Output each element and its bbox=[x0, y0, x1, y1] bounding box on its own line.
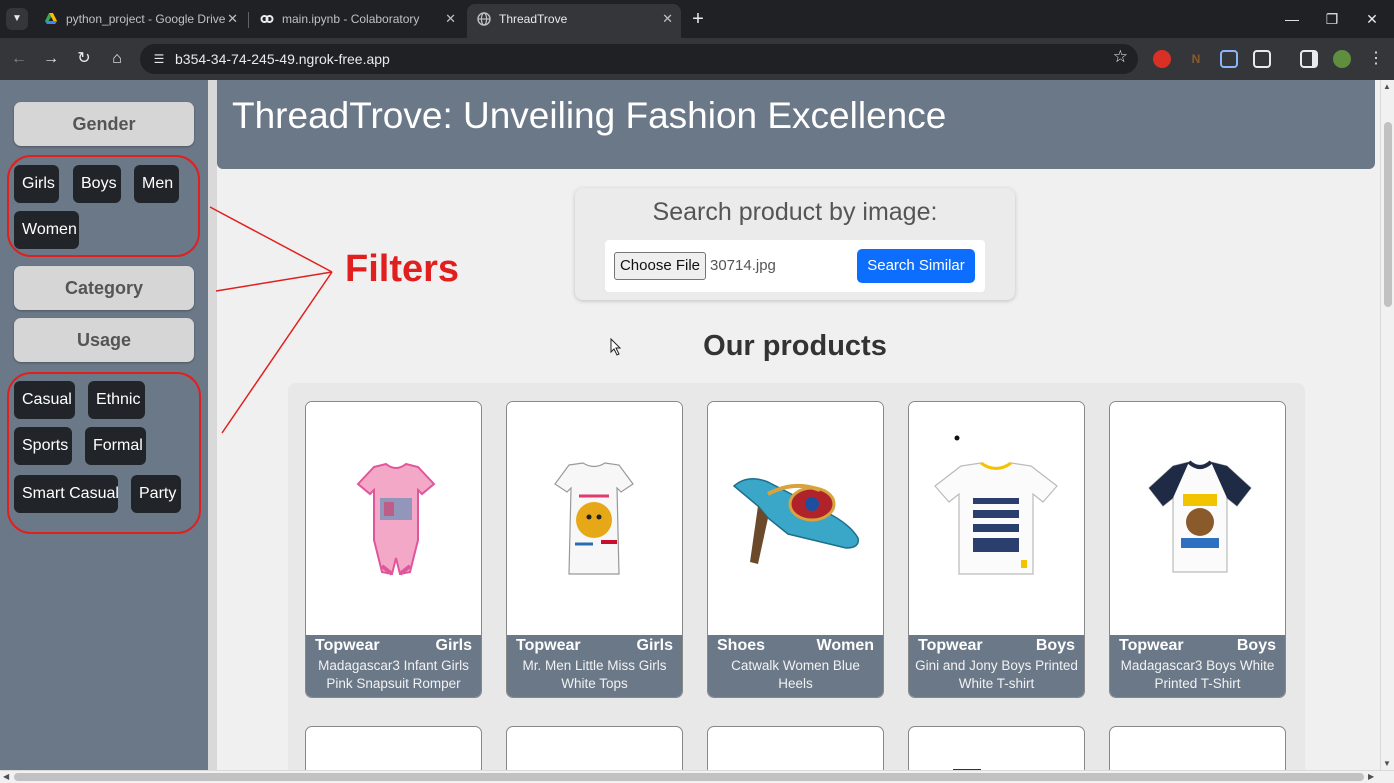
product-image bbox=[1110, 402, 1285, 635]
restore-icon[interactable]: ❐ bbox=[1312, 6, 1352, 32]
colab-icon bbox=[260, 15, 274, 23]
browser-toolbar: ← → ↻ ⌂ ☰ b354-34-74-245-49.ngrok-free.a… bbox=[0, 38, 1394, 80]
extensions-puzzle-icon[interactable] bbox=[1253, 50, 1271, 68]
product-info: Topwear Girls Mr. Men Little Miss Girls … bbox=[507, 635, 682, 697]
url-text: b354-34-74-245-49.ngrok-free.app bbox=[175, 51, 390, 67]
product-image bbox=[306, 402, 481, 635]
filter-sidebar: Gender Girls Boys Men Women Category Usa… bbox=[0, 80, 208, 770]
page-title: ThreadTrove: Unveiling Fashion Excellenc… bbox=[232, 95, 947, 136]
product-gender: Boys bbox=[1236, 637, 1276, 654]
product-card[interactable]: Topwear Girls Madagascar3 Infant Girls P… bbox=[305, 401, 482, 698]
tab-title: main.ipynb - Colaboratory bbox=[282, 12, 420, 26]
product-card[interactable]: Shoes Women Catwalk Women Blue Heels bbox=[707, 401, 884, 698]
close-tab-icon[interactable]: ✕ bbox=[227, 4, 238, 34]
product-info: Topwear Boys Gini and Jony Boys Printed … bbox=[909, 635, 1084, 697]
image-search-title: Search product by image: bbox=[652, 198, 938, 226]
product-info: Shoes Women Catwalk Women Blue Heels bbox=[708, 635, 883, 697]
globe-icon bbox=[477, 12, 491, 26]
horizontal-scroll-thumb[interactable] bbox=[14, 773, 1364, 781]
stray-dot bbox=[954, 435, 960, 441]
product-grid: Topwear Girls Madagascar3 Infant Girls P… bbox=[288, 383, 1305, 770]
selected-file-name: 30714.jpg bbox=[710, 257, 776, 274]
product-gender: Women bbox=[816, 637, 874, 654]
reload-icon[interactable]: ↻ bbox=[72, 47, 96, 71]
menu-dots-icon[interactable]: ⋮ bbox=[1364, 47, 1388, 71]
profile-avatar[interactable] bbox=[1333, 50, 1351, 68]
annotation-ring-gender bbox=[7, 155, 200, 257]
white-top-image bbox=[554, 462, 634, 575]
product-card[interactable] bbox=[1109, 726, 1286, 770]
products-section-title: Our products bbox=[703, 330, 887, 362]
tab-google-drive[interactable]: python_project - Google Drive ✕ bbox=[34, 4, 246, 38]
product-name: Mr. Men Little Miss Girls White Tops bbox=[522, 658, 667, 691]
filters-annotation-label: Filters bbox=[345, 248, 460, 290]
close-window-icon[interactable]: ✕ bbox=[1352, 6, 1392, 32]
product-info: Topwear Boys Madagascar3 Boys White Prin… bbox=[1110, 635, 1285, 697]
image-search-form: Choose File 30714.jpg Search Similar bbox=[605, 240, 985, 292]
product-card[interactable] bbox=[305, 726, 482, 770]
tab-colab[interactable]: main.ipynb - Colaboratory ✕ bbox=[250, 4, 464, 38]
product-card[interactable]: Topwear Boys Madagascar3 Boys White Prin… bbox=[1109, 401, 1286, 698]
product-card[interactable] bbox=[506, 726, 683, 770]
vertical-scrollbar[interactable]: ▲ ▼ bbox=[1380, 80, 1394, 770]
vertical-scroll-thumb[interactable] bbox=[1384, 122, 1392, 307]
product-name: Catwalk Women Blue Heels bbox=[731, 658, 860, 691]
product-card[interactable]: Topwear Boys Gini and Jony Boys Printed … bbox=[908, 401, 1085, 698]
product-category: Topwear bbox=[918, 637, 983, 654]
home-icon[interactable]: ⌂ bbox=[105, 47, 129, 71]
tab-title: ThreadTrove bbox=[499, 12, 568, 26]
product-info: Topwear Girls Madagascar3 Infant Girls P… bbox=[306, 635, 481, 697]
product-image bbox=[909, 402, 1084, 635]
browser-tab-bar: ▼ python_project - Google Drive ✕ main.i… bbox=[0, 0, 1394, 38]
gender-filter-toggle[interactable]: Gender bbox=[14, 102, 194, 146]
close-tab-icon[interactable]: ✕ bbox=[662, 4, 673, 34]
annotation-ring-usage bbox=[7, 372, 201, 534]
product-image bbox=[507, 402, 682, 635]
white-tshirt-image bbox=[934, 462, 1058, 575]
tab-threadtrove[interactable]: ThreadTrove ✕ bbox=[467, 4, 681, 38]
address-bar[interactable]: ☰ b354-34-74-245-49.ngrok-free.app ☆ bbox=[140, 44, 1138, 74]
tab-search-icon[interactable]: ▼ bbox=[6, 8, 28, 30]
close-tab-icon[interactable]: ✕ bbox=[445, 4, 456, 34]
product-category: Shoes bbox=[717, 637, 766, 654]
page-header: ThreadTrove: Unveiling Fashion Excellenc… bbox=[217, 80, 1375, 169]
product-gender: Girls bbox=[435, 637, 472, 654]
product-name: Madagascar3 Infant Girls Pink Snapsuit R… bbox=[318, 658, 469, 691]
tab-title: python_project - Google Drive bbox=[66, 12, 226, 26]
category-filter-toggle[interactable]: Category bbox=[14, 266, 194, 310]
search-similar-button[interactable]: Search Similar bbox=[857, 249, 975, 283]
product-card[interactable] bbox=[707, 726, 884, 770]
navy-sleeve-tshirt-image bbox=[1148, 460, 1252, 573]
google-drive-icon bbox=[45, 13, 57, 24]
product-category: Topwear bbox=[1119, 637, 1184, 654]
extension-capture-icon[interactable] bbox=[1220, 50, 1238, 68]
product-name: Gini and Jony Boys Printed White T-shirt bbox=[915, 658, 1078, 691]
blue-heels-image bbox=[732, 478, 859, 564]
product-category: Topwear bbox=[315, 637, 380, 654]
product-card[interactable]: Topwear Girls Mr. Men Little Miss Girls … bbox=[506, 401, 683, 698]
extension-n-icon[interactable]: N bbox=[1187, 50, 1205, 68]
extension-adblock-icon[interactable] bbox=[1153, 50, 1171, 68]
back-icon[interactable]: ← bbox=[7, 47, 31, 71]
horizontal-scrollbar[interactable]: ◀ ▶ bbox=[0, 770, 1394, 783]
new-tab-icon[interactable]: + bbox=[688, 6, 708, 32]
product-gender: Girls bbox=[636, 637, 673, 654]
site-info-icon[interactable]: ☰ bbox=[148, 48, 170, 70]
forward-icon[interactable]: → bbox=[39, 47, 63, 71]
image-search-panel: Search product by image: Choose File 307… bbox=[575, 188, 1015, 300]
product-card[interactable] bbox=[908, 726, 1085, 770]
choose-file-button[interactable]: Choose File bbox=[614, 252, 706, 280]
usage-filter-toggle[interactable]: Usage bbox=[14, 318, 194, 362]
side-panel-icon[interactable] bbox=[1300, 50, 1318, 68]
product-name: Madagascar3 Boys White Printed T-Shirt bbox=[1120, 658, 1275, 691]
bookmark-star-icon[interactable]: ☆ bbox=[1113, 47, 1128, 67]
pink-romper-image bbox=[356, 462, 436, 576]
page-viewport: Gender Girls Boys Men Women Category Usa… bbox=[0, 80, 1380, 770]
product-category: Topwear bbox=[516, 637, 581, 654]
product-image bbox=[708, 402, 883, 635]
minimize-icon[interactable]: — bbox=[1272, 6, 1312, 32]
product-gender: Boys bbox=[1035, 637, 1075, 654]
